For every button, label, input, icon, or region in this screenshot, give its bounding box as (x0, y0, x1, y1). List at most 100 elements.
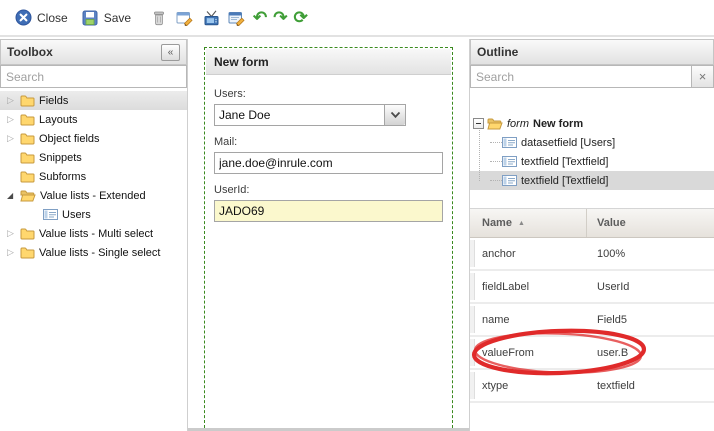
redo-button[interactable]: ↷ (270, 8, 290, 28)
open-folder-icon (20, 189, 36, 202)
sort-asc-icon: ▲ (518, 220, 525, 227)
expand-arrow-icon[interactable]: ▷ (7, 247, 20, 258)
toolbox-item-fields[interactable]: ▷ Fields (0, 91, 187, 110)
save-icon (80, 8, 100, 28)
tv-icon (201, 8, 221, 28)
datasetfield-icon (502, 137, 517, 148)
property-name: xtype (470, 380, 587, 392)
users-combobox (214, 104, 406, 126)
undo-button[interactable]: ↶ (250, 8, 270, 28)
tree-item-label: Users (62, 209, 91, 221)
tree-item-label: Snippets (39, 152, 82, 164)
tree-item-label: Value lists - Single select (39, 247, 160, 259)
save-button[interactable]: Save (77, 6, 134, 30)
refresh-icon: ⟳ (294, 10, 308, 26)
property-value[interactable]: textfield (587, 380, 714, 392)
property-value[interactable]: 100% (587, 248, 714, 260)
collapse-minus-icon[interactable] (473, 118, 484, 129)
property-row-xtype[interactable]: xtype textfield (470, 370, 714, 403)
design-surface: New form Users: Mail: UserId: (188, 39, 469, 431)
tree-item-label: Value lists - Multi select (39, 228, 153, 240)
outline-tree: form New form datasetfield [Users] textf… (470, 114, 714, 190)
toolbox-item-layouts[interactable]: ▷ Layouts (0, 110, 187, 129)
form-canvas[interactable]: New form Users: Mail: UserId: (204, 47, 453, 431)
close-button-label: Close (37, 11, 68, 25)
clear-search-button[interactable]: × (691, 66, 713, 87)
folder-icon (20, 227, 35, 240)
property-row-anchor[interactable]: anchor 100% (470, 238, 714, 271)
outline-item-datasetfield[interactable]: datasetfield [Users] (470, 133, 714, 152)
edit-form-button[interactable] (172, 6, 198, 30)
tree-connector-stub (490, 161, 502, 162)
userid-input[interactable] (214, 200, 443, 222)
property-name: fieldLabel (470, 281, 587, 293)
folder-icon (20, 132, 35, 145)
clear-search-icon: × (699, 69, 707, 84)
expand-arrow-icon[interactable]: ▷ (7, 228, 20, 239)
toolbox-item-users[interactable]: Users (0, 205, 187, 224)
outline-search-input[interactable] (470, 65, 714, 88)
toolbox-item-value-lists-multi[interactable]: ▷ Value lists - Multi select (0, 224, 187, 243)
mail-input[interactable] (214, 152, 443, 174)
outline-root-type: form (507, 118, 529, 130)
toolbox-item-value-lists-extended[interactable]: ◢ Value lists - Extended (0, 186, 187, 205)
property-value[interactable]: Field5 (587, 314, 714, 326)
outline-panel: Outline × form New form datasetfield [Us… (469, 39, 714, 431)
close-icon (13, 8, 33, 28)
toolbox-search-input[interactable] (0, 65, 187, 88)
delete-button[interactable] (146, 6, 172, 30)
property-name: anchor (470, 248, 587, 260)
expand-arrow-icon[interactable]: ▷ (7, 95, 20, 106)
outline-item-textfield-1[interactable]: textfield [Textfield] (470, 152, 714, 171)
toolbox-item-value-lists-single[interactable]: ▷ Value lists - Single select (0, 243, 187, 262)
users-combo-input[interactable] (214, 104, 406, 126)
property-row-valuefrom[interactable]: valueFrom user.B (470, 337, 714, 370)
chevron-down-icon (390, 111, 401, 119)
open-folder-icon (487, 117, 503, 130)
mail-field-label: Mail: (214, 136, 443, 148)
undo-icon: ↶ (253, 10, 267, 26)
refresh-button[interactable]: ⟳ (291, 8, 311, 28)
tree-item-label: Subforms (39, 171, 86, 183)
toolbox-header: Toolbox « (0, 39, 187, 65)
users-field-label: Users: (214, 88, 443, 100)
outline-item-textfield-2-selected[interactable]: textfield [Textfield] (470, 171, 714, 190)
folder-icon (20, 170, 35, 183)
form-title-bar[interactable]: New form (206, 49, 451, 75)
property-value[interactable]: UserId (587, 281, 714, 293)
form-title: New form (214, 55, 269, 69)
column-header-value[interactable]: Value (587, 209, 714, 237)
combo-dropdown-button[interactable] (384, 105, 405, 125)
close-button[interactable]: Close (10, 6, 71, 30)
tree-connector-line (479, 126, 480, 181)
collapse-panel-button[interactable]: « (161, 44, 180, 61)
tree-item-label: Fields (39, 95, 68, 107)
property-name: valueFrom (470, 347, 587, 359)
outline-header: Outline (470, 39, 714, 65)
preview-button[interactable] (198, 6, 224, 30)
expand-arrow-icon[interactable]: ▷ (7, 114, 20, 125)
form-body: Users: Mail: UserId: (205, 76, 452, 222)
outline-title: Outline (477, 45, 518, 59)
textfield-icon (502, 175, 517, 186)
redo-icon: ↷ (273, 10, 287, 26)
property-row-fieldlabel[interactable]: fieldLabel UserId (470, 271, 714, 304)
window-edit-icon (227, 8, 247, 28)
toolbox-item-snippets[interactable]: Snippets (0, 148, 187, 167)
collapse-arrow-icon[interactable]: ◢ (7, 191, 20, 200)
main-toolbar: Close Save (0, 0, 714, 37)
tree-connector-stub (490, 142, 502, 143)
toolbox-title: Toolbox (7, 45, 53, 59)
expand-arrow-icon[interactable]: ▷ (7, 133, 20, 144)
form-designer-window: Close Save (0, 0, 714, 431)
toolbox-item-object-fields[interactable]: ▷ Object fields (0, 129, 187, 148)
property-value[interactable]: user.B (587, 347, 714, 359)
column-header-name[interactable]: Name ▲ (470, 209, 587, 237)
toolbox-item-subforms[interactable]: Subforms (0, 167, 187, 186)
edit-properties-button[interactable] (224, 6, 250, 30)
outline-item-form[interactable]: form New form (470, 114, 714, 133)
toolbox-panel: Toolbox « ▷ Fields ▷ Layouts ▷ Object fi… (0, 39, 188, 431)
property-row-name[interactable]: name Field5 (470, 304, 714, 337)
folder-icon (20, 113, 35, 126)
tree-item-label: Value lists - Extended (40, 190, 146, 202)
